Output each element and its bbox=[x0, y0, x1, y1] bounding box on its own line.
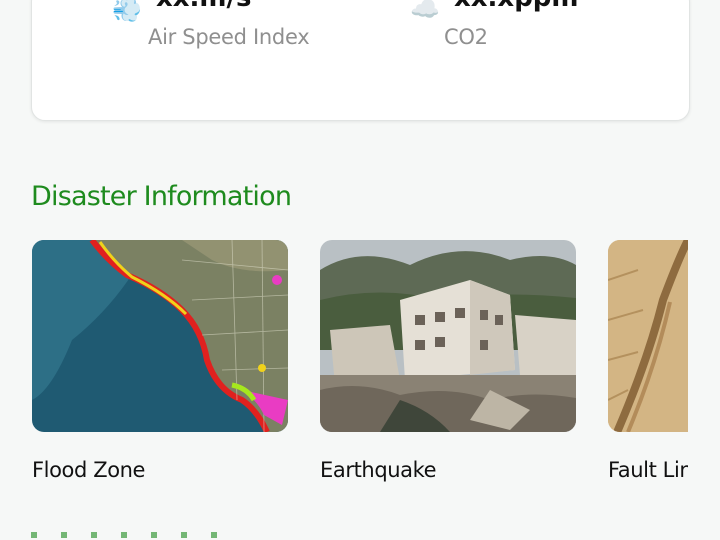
card-caption: Fault Line bbox=[608, 458, 688, 482]
cloud-icon: ☁️ bbox=[410, 0, 440, 23]
environment-stats-card: 💨 xx.m/s Air Speed Index ☁️ xx.xppm CO2 bbox=[31, 0, 690, 121]
wind-icon: 💨 bbox=[112, 0, 142, 24]
fault-line-image bbox=[608, 240, 688, 432]
co2-label: CO2 bbox=[444, 25, 488, 49]
disaster-carousel[interactable]: Flood Zone Earthquake Fault Lin bbox=[32, 240, 688, 500]
air-speed-value: xx.m/s bbox=[156, 0, 251, 11]
co2-value: xx.xppm bbox=[454, 0, 579, 11]
card-caption: Earthquake bbox=[320, 458, 437, 482]
next-section-title-peek bbox=[31, 532, 231, 540]
flood-map-image bbox=[32, 240, 288, 432]
section-title: Disaster Information bbox=[31, 181, 292, 212]
disaster-card-fault-line[interactable]: Fault Line bbox=[608, 240, 688, 482]
card-caption: Flood Zone bbox=[32, 458, 146, 482]
air-speed-label: Air Speed Index bbox=[148, 25, 310, 49]
disaster-card-earthquake[interactable]: Earthquake bbox=[320, 240, 576, 482]
earthquake-damage-image bbox=[320, 240, 576, 432]
disaster-card-flood-zone[interactable]: Flood Zone bbox=[32, 240, 288, 482]
